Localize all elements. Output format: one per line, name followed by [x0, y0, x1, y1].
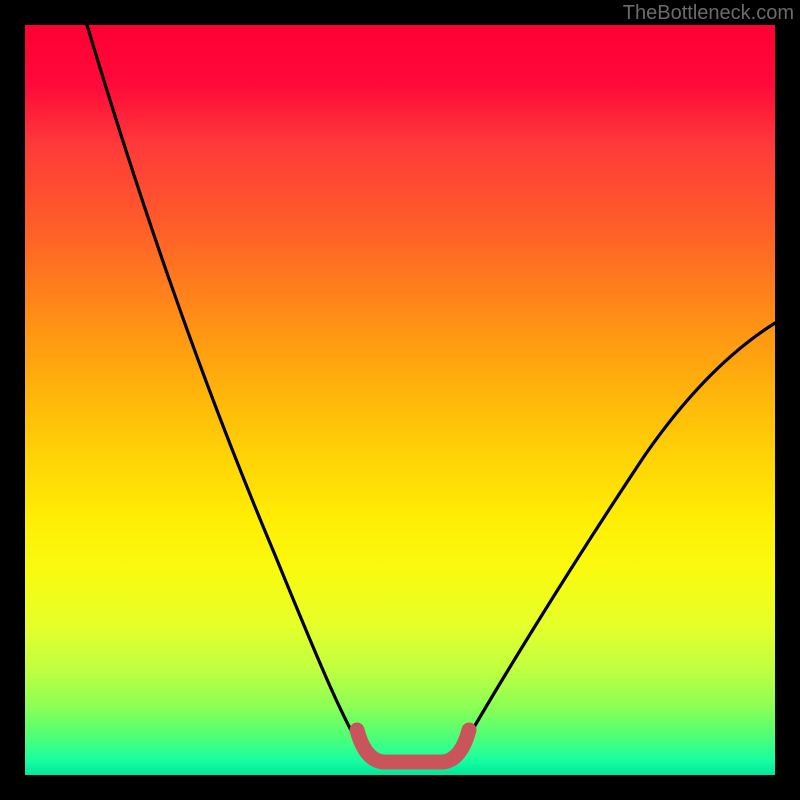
watermark-text: TheBottleneck.com	[623, 2, 794, 25]
plot-area	[25, 25, 775, 775]
right-curve	[455, 323, 775, 760]
left-curve	[87, 25, 368, 760]
bottom-bracket	[357, 730, 469, 762]
curves-svg	[25, 25, 775, 775]
chart-frame: TheBottleneck.com	[0, 0, 800, 800]
